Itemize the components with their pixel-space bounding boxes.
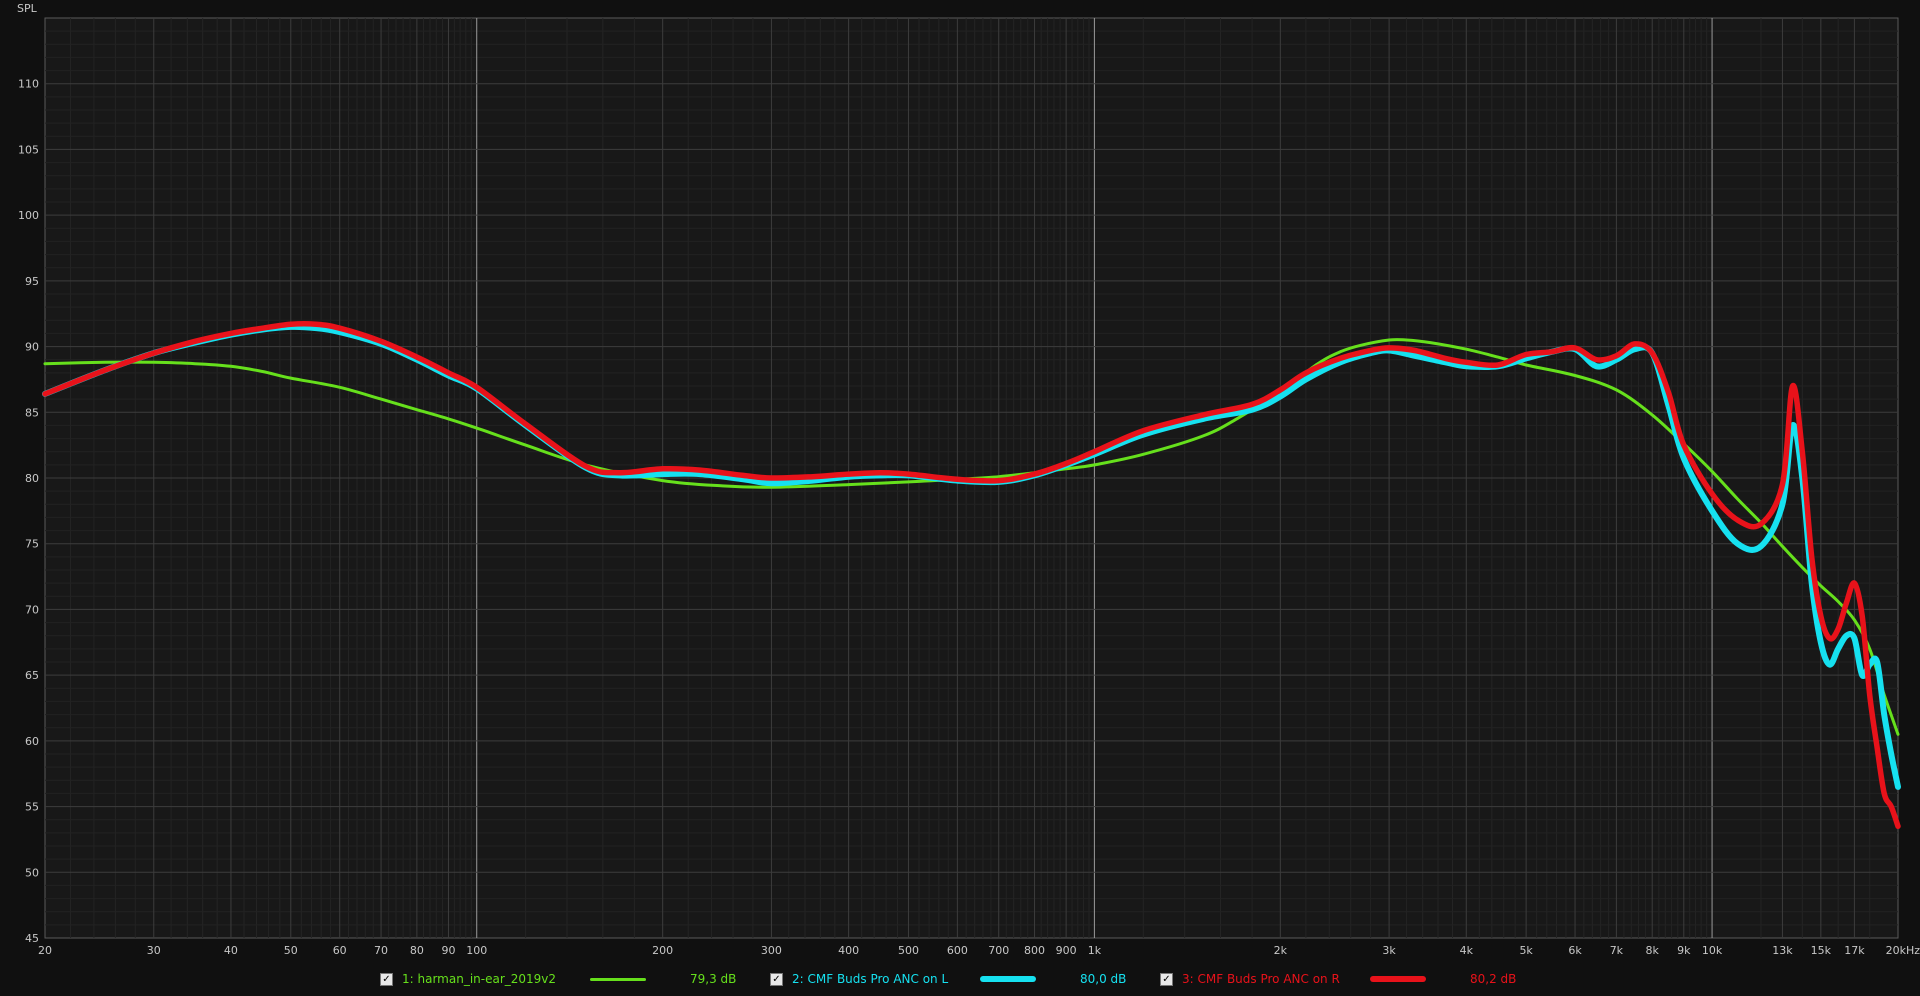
x-tick-label: 13k [1772,944,1793,957]
legend-swatch-left [980,976,1036,982]
x-tick-label: 8k [1646,944,1660,957]
x-tick-label: 2k [1274,944,1288,957]
y-tick-label: 65 [25,669,39,682]
x-tick-label: 20kHz [1886,944,1920,957]
y-tick-label: 100 [18,209,39,222]
x-tick-label: 60 [333,944,347,957]
x-tick-label: 40 [224,944,238,957]
legend-value-left: 80,0 dB [1080,972,1127,986]
legend-value-harman: 79,3 dB [690,972,737,986]
y-tick-label: 80 [25,472,39,485]
x-tick-label: 20 [38,944,52,957]
x-tick-label: 10k [1702,944,1723,957]
x-tick-label: 70 [374,944,388,957]
frequency-response-chart: 45 50 55 60 65 70 75 80 85 90 95 100 105 110 20 30 40 50… [0,0,1920,996]
x-tick-label: 700 [988,944,1009,957]
x-tick-label: 4k [1460,944,1474,957]
y-tick-label: 105 [18,143,39,156]
y-tick-label: 70 [25,603,39,616]
legend-label-left: 2: CMF Buds Pro ANC on L [792,972,949,986]
legend-swatch-right [1370,976,1426,982]
checkbox-right[interactable]: ✓ [1160,972,1173,986]
legend-value-right: 80,2 dB [1470,972,1517,986]
y-tick-label: 85 [25,406,39,419]
x-tick-label: 500 [898,944,919,957]
checkbox-harman[interactable]: ✓ [380,972,393,986]
legend-item-left[interactable]: ✓ 2: CMF Buds Pro ANC on L [770,972,948,986]
legend-item-harman[interactable]: ✓ 1: harman_in-ear_2019v2 [380,972,556,986]
x-tick-label: 80 [410,944,424,957]
x-tick-label: 600 [947,944,968,957]
x-tick-label: 7k [1610,944,1624,957]
y-tick-label: 90 [25,341,39,354]
legend-label-right: 3: CMF Buds Pro ANC on R [1182,972,1340,986]
legend: ✓ 1: harman_in-ear_2019v2 79,3 dB ✓ 2: C… [0,968,1920,996]
legend-swatch-harman [590,978,646,981]
y-tick-label: 110 [18,78,39,91]
x-tick-label: 90 [441,944,455,957]
y-axis-label: SPL [17,2,38,15]
x-tick-label: 17k [1844,944,1865,957]
x-tick-label: 300 [761,944,782,957]
y-tick-label: 60 [25,735,39,748]
x-tick-label: 9k [1677,944,1691,957]
y-tick-label: 75 [25,538,39,551]
x-tick-label: 900 [1056,944,1077,957]
x-tick-label: 6k [1568,944,1582,957]
x-tick-label: 400 [838,944,859,957]
x-tick-label: 5k [1519,944,1533,957]
x-tick-label: 1k [1088,944,1102,957]
x-tick-label: 100 [466,944,487,957]
y-tick-label: 55 [25,801,39,814]
x-tick-label: 50 [284,944,298,957]
y-tick-label: 45 [25,932,39,945]
checkbox-left[interactable]: ✓ [770,972,783,986]
legend-item-right[interactable]: ✓ 3: CMF Buds Pro ANC on R [1160,972,1340,986]
x-tick-label: 800 [1024,944,1045,957]
y-tick-label: 95 [25,275,39,288]
legend-label-harman: 1: harman_in-ear_2019v2 [402,972,557,986]
x-tick-label: 30 [147,944,161,957]
x-tick-label: 15k [1811,944,1832,957]
y-tick-label: 50 [25,866,39,879]
x-tick-label: 3k [1382,944,1396,957]
x-tick-label: 200 [652,944,673,957]
